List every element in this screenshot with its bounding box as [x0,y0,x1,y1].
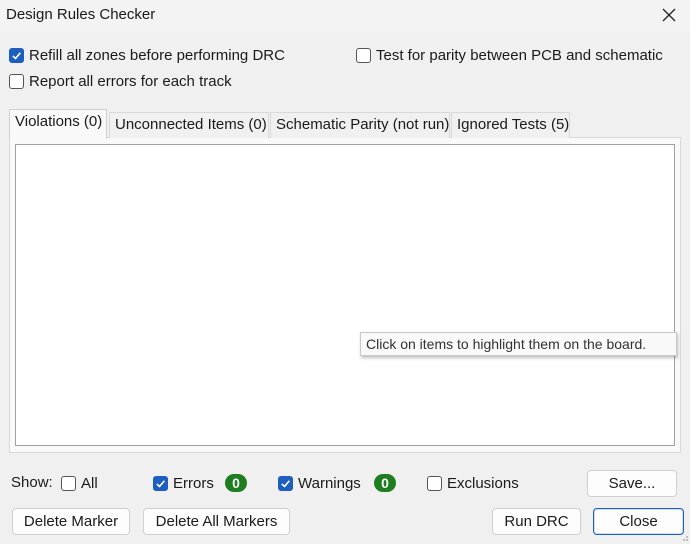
show-label: Show: [11,474,53,491]
show-errors-checkbox[interactable]: Errors [153,475,214,492]
show-errors-label: Errors [173,475,214,492]
close-window-button[interactable] [654,1,684,29]
tab-ignored-tests[interactable]: Ignored Tests (5) [451,112,570,138]
refill-zones-label: Refill all zones before performing DRC [29,47,285,64]
test-parity-label: Test for parity between PCB and schemati… [376,47,663,64]
tab-schematic-parity[interactable]: Schematic Parity (not run) [270,112,450,138]
save-button[interactable]: Save... [587,470,677,497]
refill-zones-checkbox[interactable]: Refill all zones before performing DRC [9,47,285,64]
report-all-errors-checkbox[interactable]: Report all errors for each track [9,73,232,90]
errors-count-badge: 0 [225,474,247,492]
checkbox-unchecked-icon [356,48,371,63]
close-button[interactable]: Close [593,508,684,535]
show-all-checkbox[interactable]: All [61,475,98,492]
violations-list[interactable] [15,144,675,446]
test-parity-checkbox[interactable]: Test for parity between PCB and schemati… [356,47,663,64]
checkbox-unchecked-icon [61,476,76,491]
tooltip: Click on items to highlight them on the … [360,332,677,356]
checkbox-checked-icon [278,476,293,491]
close-icon [662,8,676,22]
window-title: Design Rules Checker [6,6,156,23]
show-warnings-label: Warnings [298,475,361,492]
delete-marker-button[interactable]: Delete Marker [12,508,130,535]
resize-grip-icon[interactable] [679,532,689,542]
checkbox-unchecked-icon [427,476,442,491]
delete-all-markers-button[interactable]: Delete All Markers [143,508,290,535]
run-drc-button[interactable]: Run DRC [492,508,581,535]
show-exclusions-checkbox[interactable]: Exclusions [427,475,519,492]
show-all-label: All [81,475,98,492]
report-all-errors-label: Report all errors for each track [29,73,232,90]
tab-violations[interactable]: Violations (0) [9,109,107,139]
warnings-count-badge: 0 [374,474,396,492]
checkbox-unchecked-icon [9,74,24,89]
checkbox-checked-icon [153,476,168,491]
show-warnings-checkbox[interactable]: Warnings [278,475,361,492]
tab-unconnected-items[interactable]: Unconnected Items (0) [109,112,269,138]
show-exclusions-label: Exclusions [447,475,519,492]
checkbox-checked-icon [9,48,24,63]
title-bar: Design Rules Checker [0,0,690,32]
